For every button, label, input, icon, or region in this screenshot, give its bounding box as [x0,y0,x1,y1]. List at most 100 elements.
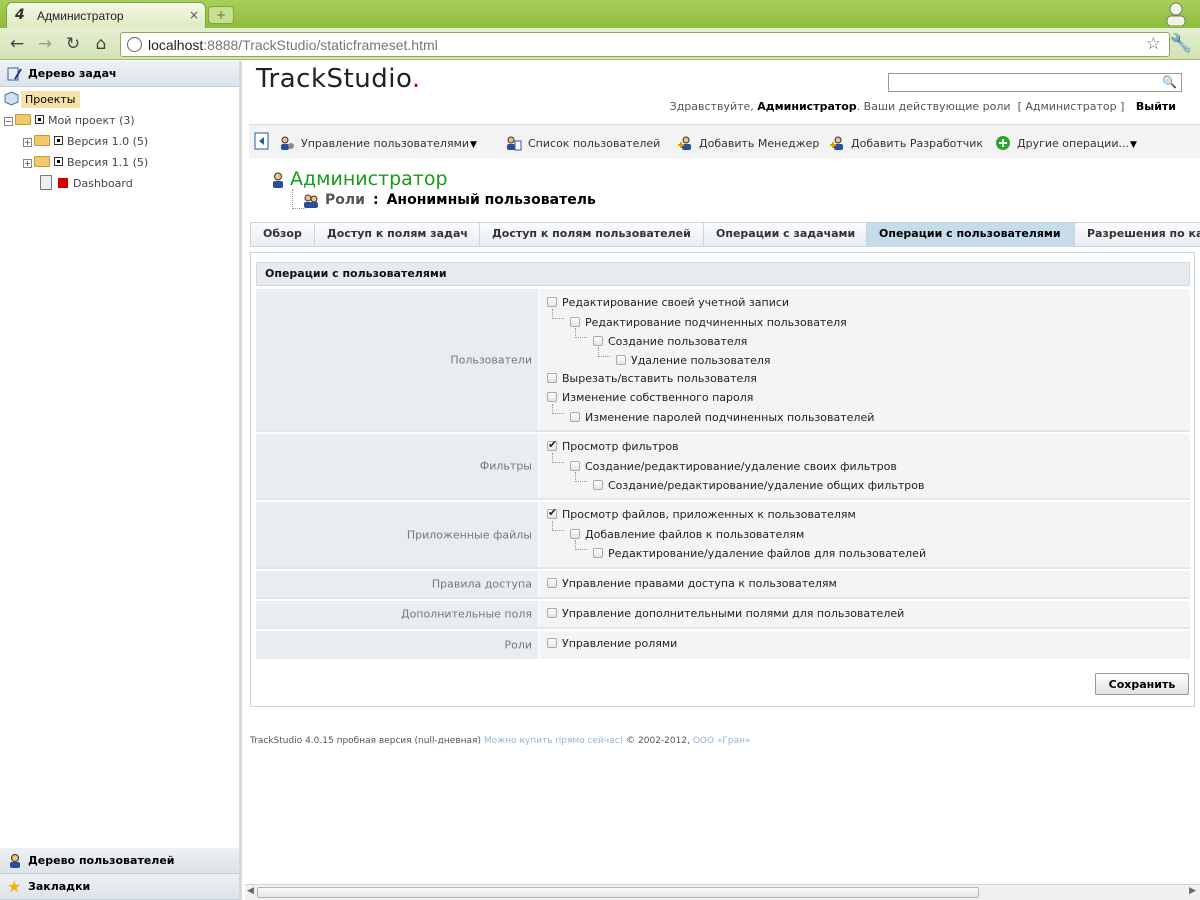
perm-edit-delete-user-files[interactable]: Редактирование/удаление файлов для польз… [593,547,926,560]
forward-arrow-icon[interactable]: → [34,34,56,54]
role-name: Анонимный пользователь [386,192,596,208]
user-list-button[interactable]: Список пользователей [506,135,660,151]
tree-item-version-1-1[interactable]: + Версия 1.1 (5) [0,152,239,173]
new-tab-button[interactable]: + [208,6,234,24]
tree-item-version-1-0[interactable]: + Версия 1.0 (5) [0,131,239,152]
task-tree-icon [7,67,22,81]
tab-user-field-access[interactable]: Доступ к полям пользователей [479,222,704,246]
user-tree-title: Дерево пользователей [28,854,175,867]
perm-view-user-files[interactable]: Просмотр файлов, приложенных к пользоват… [547,506,856,521]
perm-cut-paste-user[interactable]: Вырезать/вставить пользователя [547,372,757,385]
tree-item-dashboard[interactable]: Dashboard [0,173,239,194]
address-bar[interactable]: localhost:8888/TrackStudio/staticframese… [120,32,1170,57]
greeting-line: Здравствуйте, Администратор. Ваши действ… [669,100,1176,113]
checkbox[interactable] [547,608,557,618]
perm-view-filters[interactable]: Просмотр фильтров [547,438,679,453]
search-icon[interactable]: 🔍 [1162,75,1177,89]
perm-manage-shared-filters[interactable]: Создание/редактирование/удаление общих ф… [593,479,924,492]
scrollbar-thumb[interactable] [257,887,979,898]
wrench-menu-icon[interactable]: 🔧 [1170,33,1192,54]
bookmark-star-icon[interactable]: ☆ [1146,34,1161,54]
group-access-rules: Правила доступа Управление правами досту… [256,571,1190,599]
browser-tab-title: Администратор [37,9,124,23]
perm-manage-own-filters[interactable]: Создание/редактирование/удаление своих ф… [570,460,897,473]
task-tree: Проекты − Мой проект (3) + Версия 1.0 (5) … [0,87,239,194]
logout-link[interactable]: Выйти [1136,100,1176,113]
tab-user-operations[interactable]: Операции с пользователями [866,222,1075,246]
checkbox[interactable] [547,373,557,383]
task-tree-header[interactable]: Дерево задач [0,61,239,87]
scroll-right-icon[interactable]: ▶ [1189,886,1196,896]
browser-tab[interactable]: 4 Администратор × [6,2,206,28]
group-label: Дополнительные поля [400,607,532,621]
perm-create-user[interactable]: Создание пользователя [593,335,747,348]
manage-users-menu[interactable]: Управление пользователями▼ [279,135,477,151]
reload-icon[interactable]: ↻ [62,34,84,54]
roles-link[interactable]: Роли [325,192,365,208]
bookmarks-header[interactable]: ★ Закладки [0,874,239,900]
perm-edit-subordinates[interactable]: Редактирование подчиненных пользователя [570,316,847,329]
checkbox[interactable] [547,392,557,402]
perm-manage-roles[interactable]: Управление ролями [547,637,677,650]
tree-item-label: Версия 1.1 (5) [67,156,149,169]
tab-bar: Обзор Доступ к полям задач Доступ к поля… [250,222,1200,246]
tree-item-my-project[interactable]: − Мой проект (3) [0,110,239,131]
checkbox[interactable] [593,480,603,490]
other-operations-menu[interactable]: Другие операции...▼ [995,135,1137,151]
back-arrow-icon[interactable]: ← [6,34,28,54]
perm-edit-own-account[interactable]: Редактирование своей учетной записи [547,296,789,309]
task-tree-title: Дерево задач [28,67,117,80]
tab-underline [250,246,1200,247]
user-tree-header[interactable]: Дерево пользователей [0,848,239,874]
tab-task-field-access[interactable]: Доступ к полям задач [314,222,480,246]
checkbox[interactable] [570,317,580,327]
buy-now-link[interactable]: Можно купить прямо сейчас! [484,736,623,746]
home-icon[interactable]: ⌂ [90,34,112,54]
main-content: TrackStudio. 🔍 Здравствуйте, Администрат… [245,61,1200,900]
checkbox-checked[interactable] [547,506,557,519]
scroll-left-icon[interactable]: ◀ [247,886,254,896]
horizontal-scrollbar[interactable]: ◀ ▶ [245,884,1200,900]
breadcrumb: Роли: Анонимный пользователь [325,192,596,208]
collapse-icon[interactable]: − [4,117,13,126]
group-label: Роли [504,638,532,652]
page-title: Администратор [290,168,448,190]
expand-icon[interactable]: + [23,138,32,147]
tree-item-projects[interactable]: Проекты [0,89,239,110]
collapse-pane-button[interactable] [254,132,270,153]
checkbox[interactable] [570,461,580,471]
expand-icon[interactable]: + [23,159,32,168]
add-developer-button[interactable]: Добавить Разработчик [829,135,983,151]
group-label: Пользователи [450,353,532,366]
save-button[interactable]: Сохранить [1095,673,1189,695]
tab-category-permissions[interactable]: Разрешения по ка [1074,222,1200,246]
checkbox[interactable] [593,336,603,346]
checkbox[interactable] [547,578,557,588]
tab-overview[interactable]: Обзор [250,222,315,246]
group-roles: Роли Управление ролями [256,631,1190,659]
trackstudio-favicon-icon: 4 [15,7,25,23]
group-filters: Фильтры Просмотр фильтров Создание/редак… [256,434,1190,500]
add-manager-button[interactable]: Добавить Менеджер [677,135,819,151]
tree-item-label: Проекты [21,91,80,108]
checkbox[interactable] [593,548,603,558]
checkbox[interactable] [616,355,626,365]
checkbox[interactable] [570,412,580,422]
checkbox[interactable] [547,297,557,307]
checkbox[interactable] [570,529,580,539]
folder-icon [34,135,50,146]
checkbox[interactable] [547,638,557,648]
perm-change-subordinate-passwords[interactable]: Изменение паролей подчиненных пользовате… [570,411,874,424]
perm-add-user-files[interactable]: Добавление файлов к пользователям [570,528,804,541]
checkbox-checked[interactable] [547,438,557,451]
perm-delete-user[interactable]: Удаление пользователя [616,354,771,367]
close-tab-icon[interactable]: × [189,8,199,22]
perm-manage-custom-fields[interactable]: Управление дополнительными полями для по… [547,607,904,620]
company-link[interactable]: ООО «Гран» [693,736,751,746]
users-manage-icon [281,136,294,150]
tab-task-operations[interactable]: Операции с задачами [703,222,867,246]
search-input[interactable]: 🔍 [888,73,1182,92]
globe-icon [127,37,142,52]
perm-change-own-password[interactable]: Изменение собственного пароля [547,391,753,404]
perm-manage-access-rights[interactable]: Управление правами доступа к пользовател… [547,577,837,590]
